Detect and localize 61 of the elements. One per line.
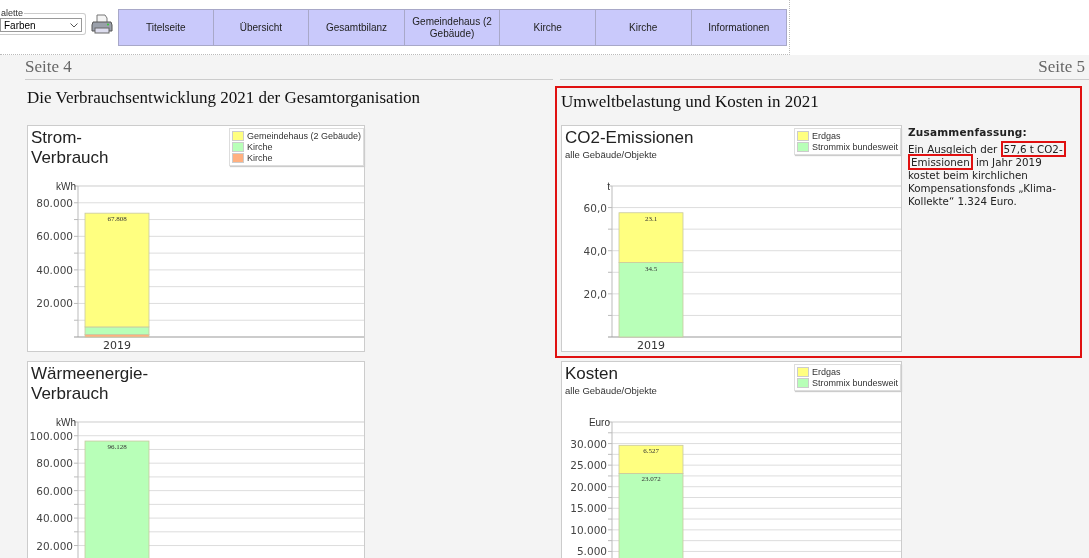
tick-label: 60.000 <box>36 484 73 497</box>
legend-label: Erdgas <box>811 131 841 141</box>
nav-tab[interactable]: Gemeindehaus (2 Gebäude) <box>404 9 501 46</box>
tick-label: 40.000 <box>36 512 73 525</box>
legend-label: Strommix bundesweit <box>811 378 898 388</box>
legend-label: Kirche <box>246 142 273 152</box>
tick-label: 100.000 <box>29 429 73 442</box>
chart-subtitle: alle Gebäude/Objekte <box>565 149 658 160</box>
tick-label: 20,0 <box>583 287 607 300</box>
tick-label: 15.000 <box>570 502 607 515</box>
nav-tab[interactable]: Titelseite <box>118 9 214 46</box>
tick-label: 20.000 <box>36 539 73 552</box>
tick-label: 80.000 <box>36 196 73 209</box>
tick-label: 25.000 <box>570 459 607 472</box>
nav-tab[interactable]: Gesamtbilanz <box>309 9 405 46</box>
chart-subtitle: alle Gebäude/Objekte <box>565 385 657 396</box>
legend-label: Kirche <box>246 153 273 163</box>
summary-text: Ein Ausgleich der 57,6 t CO2-Emissionen im Jahr 2019 kostet beim kirchlichen Kompensationsfonds „Klima-Kollekte“ 1.324 Euro. <box>908 143 1076 208</box>
legend-swatch <box>231 142 244 152</box>
printer-icon[interactable] <box>91 13 113 35</box>
palette-legend: alette <box>0 8 25 18</box>
axis-unit: kWh <box>56 181 76 192</box>
category-label: 2019 <box>103 339 131 351</box>
legend-swatch <box>796 378 809 388</box>
summary-heading: Zusammenfassung: <box>908 126 1028 138</box>
tick-label: 20.000 <box>36 297 73 310</box>
nav-tab[interactable]: Kirche <box>500 9 596 46</box>
legend-swatch <box>796 131 809 141</box>
legend-label: Erdgas <box>811 367 841 377</box>
legend-swatch <box>796 367 809 377</box>
chart-title: CO2-Emissionen <box>565 128 694 148</box>
page-label: Seite 4 <box>25 55 553 80</box>
page-title: Umweltbelastung und Kosten in 2021 <box>561 92 820 112</box>
legend-swatch <box>231 153 244 163</box>
nav-tab[interactable]: Übersicht <box>213 9 310 46</box>
legend-label: Strommix bundesweit <box>811 142 898 152</box>
tick-label: 10.000 <box>570 523 607 536</box>
tick-label: 20.000 <box>570 480 607 493</box>
axis-unit: kWh <box>56 417 76 428</box>
legend-label: Gemeindehaus (2 Gebäude) <box>246 131 361 141</box>
tick-label: 30.000 <box>570 437 607 450</box>
chart-title: Kosten <box>565 364 619 384</box>
tick-label: 5.000 <box>576 545 607 558</box>
tick-label: 60,0 <box>583 201 607 214</box>
page-label: Seite 5 <box>560 55 1089 80</box>
tick-label: 40.000 <box>36 263 73 276</box>
axis-unit: Euro <box>588 417 610 428</box>
legend-swatch <box>231 131 244 141</box>
page-title: Die Verbrauchsentwicklung 2021 der Gesamtorganisation <box>27 88 422 108</box>
chart-title: Wärmeenergie- Verbrauch <box>31 364 149 404</box>
legend-swatch <box>796 142 809 152</box>
axis-unit: t <box>607 181 610 192</box>
palette-select[interactable]: Farben <box>0 18 82 32</box>
category-label: 2019 <box>637 339 665 351</box>
tick-label: 60.000 <box>36 230 73 243</box>
nav-tab[interactable]: Informationen <box>691 9 788 46</box>
chart-title: Strom- Verbrauch <box>31 128 109 168</box>
tick-label: 80.000 <box>36 457 73 470</box>
tick-label: 40,0 <box>583 244 607 257</box>
nav-tab[interactable]: Kirche <box>595 9 692 46</box>
chevron-icon <box>70 22 78 28</box>
